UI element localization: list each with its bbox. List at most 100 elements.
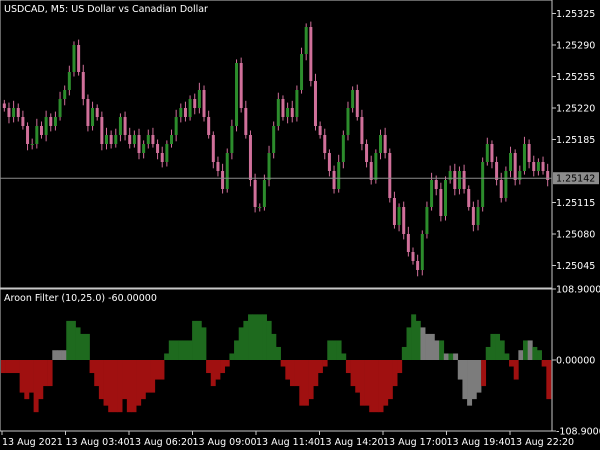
aroon-indicator-title: Aroon Filter (10,25.0) -60.00000 [4,293,157,304]
candle-body [30,144,34,145]
candle-body [221,171,225,189]
candle-body [402,207,406,234]
aroon-bar [38,360,44,400]
candle-body [462,171,466,189]
aroon-bar [303,360,309,406]
aroon-bar [140,360,146,400]
aroon-bar [336,340,342,360]
candle-body [77,45,81,72]
aroon-bar [117,360,123,413]
candle-body [123,117,127,135]
aroon-bar [499,340,505,360]
candle-body [327,153,331,171]
candle-body [235,63,239,126]
aroon-bar [196,320,202,360]
candle-body [151,135,155,144]
aroon-bar [19,360,25,393]
candle-body [67,72,71,90]
aroon-bar [210,360,216,387]
aroon-bar [182,340,188,360]
aroon-bar [70,320,76,360]
candle-body [369,162,373,180]
aroon-bar [280,360,286,367]
aroon-bar [327,340,333,360]
aroon-bar [481,360,487,387]
price-tick-label: 1.25080 [556,230,595,241]
aroon-bar [154,360,160,380]
candle-body [290,108,294,117]
candle-body [360,117,364,144]
aroon-bar [234,340,240,360]
candle-body [142,144,146,153]
candle-body [137,135,141,153]
aroon-bar [485,346,491,360]
candle-body [193,99,197,108]
candle-body [16,108,20,117]
time-tick-label: 13 Aug 14:20 [320,437,384,448]
aroon-bar [276,346,281,360]
aroon-bar [84,333,90,360]
candle-body [114,135,118,144]
candle-body [39,126,43,135]
aroon-bar [448,353,454,360]
aroon-bar [443,353,449,360]
candle-body [248,135,252,180]
aroon-bar [467,360,473,406]
candle-body [53,117,57,126]
price-axis[interactable]: 1.25325 1.25290 1.25255 1.25220 1.25185 1.251… [552,9,595,272]
aroon-bar [187,340,193,360]
aroon-bar [518,350,524,360]
aroon-bar [350,360,356,387]
aroon-bar [392,360,398,387]
candle-body [309,27,313,81]
candle-body [109,135,113,144]
candle-body [341,135,345,162]
aroon-bar [369,360,375,413]
candle-body [267,153,271,180]
aroon-bar [262,314,267,360]
aroon-bar [462,360,468,400]
aroon-bar [229,353,235,360]
candle-body [216,162,220,171]
aroon-bar [248,314,253,360]
aroon-bar [257,314,263,360]
candle-body [72,45,76,72]
aroon-bar [206,360,212,374]
candle-body [346,108,350,135]
aroon-bar [378,360,384,413]
candle-body [430,180,434,207]
candle-body [374,153,378,180]
current-price-tag: 1.25142 [553,172,599,185]
candle-body [253,180,257,207]
candle-body [392,198,396,225]
aroon-bar [131,360,137,413]
candle-body [397,207,401,225]
aroon-bar [546,360,552,400]
aroon-bar [168,340,174,360]
time-tick-label: 13 Aug 2021 [2,437,63,448]
aroon-bar [359,360,365,406]
candle-body [481,162,485,207]
candle-body [170,135,174,144]
aroon-bar [75,327,81,360]
candle-body [26,126,30,144]
aroon-bar [126,360,132,413]
aroon-bar [112,360,118,413]
aroon-bar [271,333,277,360]
candle-body [365,144,369,162]
price-chart-title: USDCAD, M5: US Dollar vs Canadian Dollar [4,4,208,15]
candle-body [230,126,234,153]
price-tick-label: 1.25045 [556,261,595,272]
aroon-bar [89,360,95,374]
time-tick-label: 13 Aug 11:40 [256,437,320,448]
candle-body [416,261,420,270]
aroon-bar [220,360,226,374]
aroon-bar [373,360,379,413]
time-tick-label: 13 Aug 09:00 [193,437,257,448]
time-tick-label: 13 Aug 17:00 [383,437,447,448]
candle-body [91,108,95,126]
aroon-bar [495,333,501,360]
aroon-bar [504,353,510,360]
aroon-bar [331,340,337,360]
aroon-bar [411,314,417,360]
